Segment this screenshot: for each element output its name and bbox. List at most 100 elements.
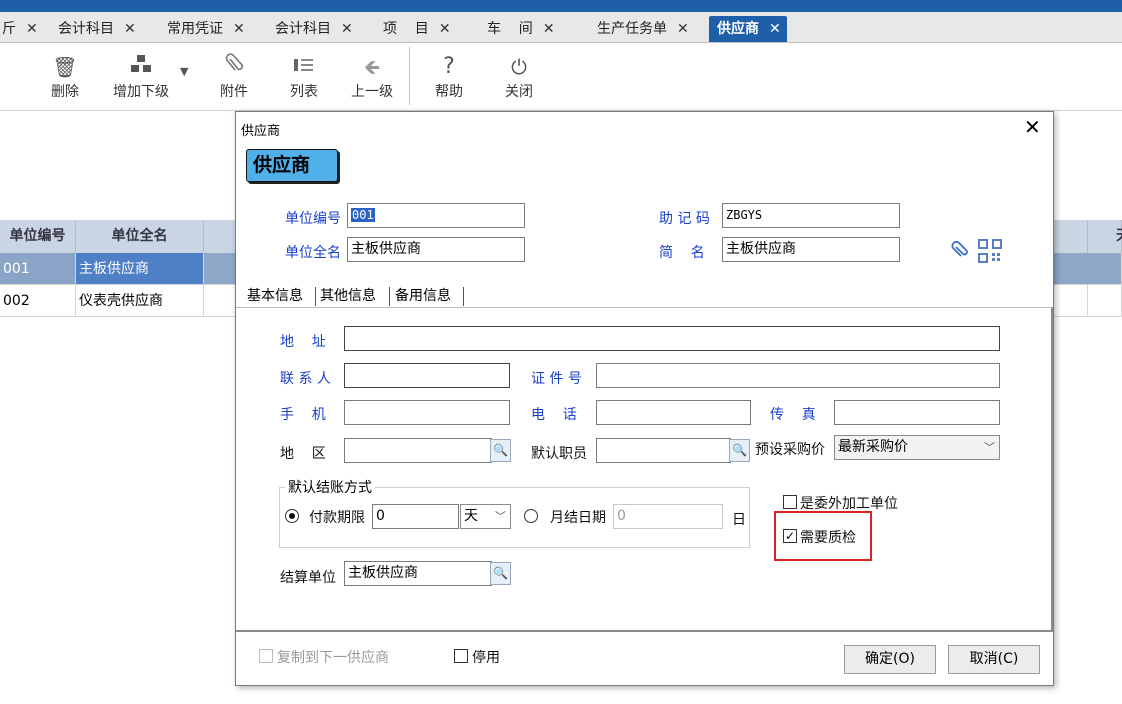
table-row-code[interactable]: 001	[0, 253, 76, 285]
shortname-field[interactable]: 主板供应商	[722, 237, 900, 262]
list-button[interactable]: 列表	[286, 53, 322, 101]
close-icon[interactable]: ✕	[769, 21, 781, 37]
table-cell[interactable]	[204, 253, 236, 285]
table-cell[interactable]	[1054, 285, 1088, 317]
close-icon[interactable]: ✕	[677, 21, 689, 37]
close-icon[interactable]: ✕	[341, 21, 353, 37]
close-icon[interactable]: ✕	[233, 21, 245, 37]
table-row-name[interactable]: 主板供应商	[76, 253, 204, 285]
up-level-button[interactable]: 🡸 上一级	[348, 53, 396, 101]
column-header-name[interactable]: 单位全名	[76, 220, 204, 253]
contact-field[interactable]	[344, 363, 510, 388]
close-button[interactable]: ⏻ 关闭	[502, 53, 536, 101]
tab-basic-info[interactable]: 基本信息	[245, 284, 311, 308]
tab-item-active[interactable]: 供应商 ✕	[709, 16, 787, 42]
column-header-code[interactable]: 单位编号	[0, 220, 76, 253]
close-icon[interactable]: ✕	[1024, 115, 1041, 139]
fax-label: 传 真	[770, 407, 816, 423]
tab-item[interactable]: 项 目 ✕	[383, 16, 451, 42]
purchase-price-select[interactable]: 最新采购价 ﹀	[834, 435, 1000, 460]
close-icon[interactable]: ✕	[543, 21, 555, 37]
tab-item[interactable]: 会计科目 ✕	[58, 16, 136, 42]
monthly-field[interactable]: 0	[613, 504, 723, 529]
close-label: 关闭	[505, 84, 533, 100]
tab-label: 项 目	[383, 21, 429, 37]
list-label: 列表	[290, 84, 318, 100]
id-number-field[interactable]	[596, 363, 1000, 388]
staff-field[interactable]	[596, 438, 731, 463]
up-level-label: 上一级	[351, 84, 393, 100]
phone-label: 电 话	[531, 407, 577, 423]
term-unit-select[interactable]: 天 ﹀	[460, 504, 511, 529]
dialog-badge: 供应商	[246, 149, 338, 182]
close-icon[interactable]: ✕	[26, 21, 38, 37]
supplier-dialog: 供应商 ✕ 供应商 单位编号 001 助 记 码 ZBGYS 单位全名 主板供应…	[235, 111, 1054, 686]
table-row-name[interactable]: 仪表壳供应商	[76, 285, 204, 317]
term-label: 付款期限	[309, 510, 365, 526]
dropdown-arrow-icon[interactable]: ▼	[180, 63, 188, 79]
fullname-label: 单位全名	[285, 245, 341, 261]
region-search-icon[interactable]: 🔍	[490, 439, 511, 462]
tab-other-info[interactable]: 其他信息	[318, 284, 386, 308]
mnemonic-label: 助 记 码	[659, 211, 710, 227]
tab-label: 供应商	[717, 21, 759, 37]
dialog-title: 供应商	[241, 124, 281, 139]
add-sub-button[interactable]: 增加下级	[108, 53, 174, 101]
disable-checkbox[interactable]	[454, 649, 468, 663]
close-icon[interactable]: ✕	[124, 21, 136, 37]
monthly-unit-label: 日	[732, 512, 746, 528]
table-cell[interactable]	[1054, 253, 1122, 285]
mobile-label: 手 机	[280, 407, 326, 423]
term-radio[interactable]	[285, 509, 299, 523]
tab-item[interactable]: 生产任务单 ✕	[597, 16, 689, 42]
tab-item[interactable]: 常用凭证 ✕	[167, 16, 245, 42]
region-label: 地 区	[280, 446, 326, 462]
column-header[interactable]	[204, 220, 236, 253]
purchase-price-value: 最新采购价	[838, 439, 908, 455]
mobile-field[interactable]	[344, 400, 510, 425]
chevron-down-icon: ﹀	[495, 510, 506, 523]
outsource-checkbox[interactable]	[783, 495, 797, 509]
code-value: 001	[351, 208, 375, 222]
tab-item[interactable]: 会计科目 ✕	[275, 16, 353, 42]
fax-field[interactable]	[834, 400, 1000, 425]
term-field[interactable]: 0	[372, 504, 459, 529]
attachment-button[interactable]: 附件	[216, 53, 252, 101]
tab-label: 会计科目	[275, 21, 331, 37]
code-field[interactable]: 001	[347, 203, 525, 228]
monthly-label: 月结日期	[550, 510, 606, 526]
link-icon[interactable]	[949, 239, 971, 265]
region-field[interactable]	[344, 438, 492, 463]
help-button[interactable]: ? 帮助	[432, 53, 466, 101]
table-cell[interactable]	[204, 285, 236, 317]
table-row-code[interactable]: 002	[0, 285, 76, 317]
question-icon: ?	[443, 54, 455, 79]
staff-search-icon[interactable]: 🔍	[729, 439, 750, 462]
id-number-label: 证 件 号	[531, 371, 582, 387]
ok-button[interactable]: 确定(O)	[844, 645, 936, 674]
column-header[interactable]: 天	[1088, 220, 1122, 253]
mnemonic-field[interactable]: ZBGYS	[722, 203, 900, 228]
tab-item[interactable]: 车 间 ✕	[487, 16, 555, 42]
back-arrow-icon: 🡸	[363, 55, 381, 79]
code-label: 单位编号	[285, 211, 341, 227]
term-unit-value: 天	[464, 508, 478, 524]
column-header[interactable]	[1054, 220, 1088, 253]
settle-unit-search-icon[interactable]: 🔍	[490, 562, 511, 585]
tab-divider	[389, 287, 390, 306]
close-icon[interactable]: ✕	[439, 21, 451, 37]
table-cell[interactable]	[1088, 285, 1122, 317]
delete-button[interactable]: 🗑 删除	[48, 53, 82, 101]
settle-unit-field[interactable]: 主板供应商	[344, 561, 492, 586]
tab-backup-info[interactable]: 备用信息	[393, 284, 461, 308]
phone-field[interactable]	[596, 400, 751, 425]
cancel-button[interactable]: 取消(C)	[948, 645, 1040, 674]
tab-item[interactable]: 斤 ✕	[2, 16, 38, 42]
address-field[interactable]	[344, 326, 1000, 351]
monthly-radio[interactable]	[524, 509, 538, 523]
highlight-box	[774, 511, 872, 561]
shortname-label: 简 名	[659, 245, 705, 261]
qrcode-icon[interactable]	[978, 239, 1002, 267]
copy-next-checkbox[interactable]	[259, 649, 273, 663]
fullname-field[interactable]: 主板供应商	[347, 237, 525, 262]
